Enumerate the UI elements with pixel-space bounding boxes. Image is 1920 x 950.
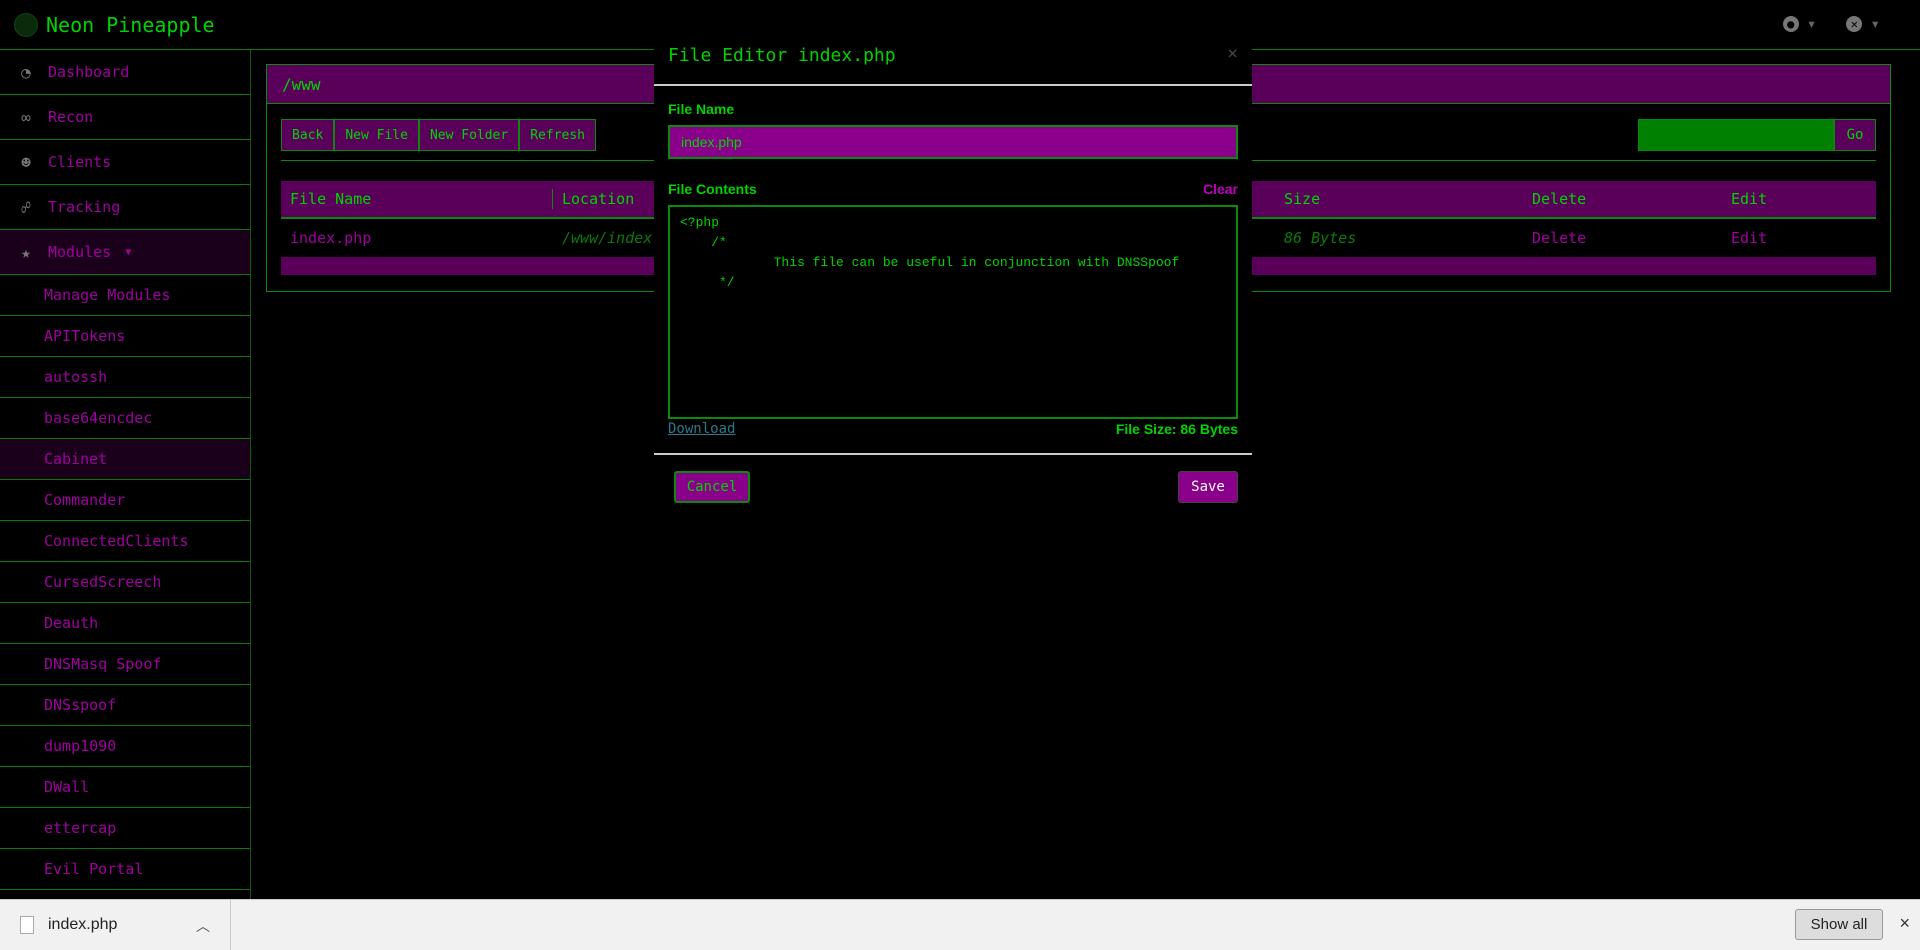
modal-footer-divider: [654, 453, 1252, 455]
sidebar-module-base64encdec[interactable]: base64encdec: [0, 398, 250, 439]
file-editor-modal: File Editor index.php × File Name index.…: [654, 35, 1252, 503]
save-button[interactable]: Save: [1178, 471, 1238, 503]
sidebar-module-commander[interactable]: Commander: [0, 480, 250, 521]
close-icon[interactable]: ×: [1899, 913, 1910, 934]
star-icon: ★: [21, 242, 31, 262]
power-dropdown[interactable]: ✕ ▾: [1846, 14, 1880, 33]
binoculars-icon: ∞: [21, 107, 31, 127]
brand[interactable]: Neon Pineapple: [14, 13, 215, 37]
download-file-name: index.php: [48, 916, 118, 933]
sidebar: ◔ Dashboard ∞ Recon ☻ Clients ☍ Tracking…: [0, 50, 251, 899]
file-name-label: File Name: [668, 101, 735, 117]
chevron-up-icon[interactable]: ︿: [196, 916, 210, 936]
sidebar-module-manage-modules[interactable]: Manage Modules: [0, 275, 250, 316]
sidebar-item-label: Tracking: [48, 198, 121, 216]
col-size: Size: [1284, 190, 1321, 208]
new-file-button[interactable]: New File: [334, 119, 419, 151]
top-right-controls: ● ▾ ✕ ▾: [1782, 14, 1880, 33]
file-icon: [20, 916, 34, 934]
file-size-text: File Size: 86 Bytes: [1115, 421, 1238, 437]
file-contents-textarea[interactable]: <?php /* This file can be useful in conj…: [668, 205, 1238, 419]
go-button[interactable]: Go: [1834, 119, 1876, 151]
col-file-name: File Name: [290, 190, 372, 208]
col-delete: Delete: [1532, 190, 1587, 208]
directory-input[interactable]: [1638, 119, 1834, 151]
clear-link[interactable]: Clear: [1203, 181, 1238, 197]
back-button[interactable]: Back: [281, 119, 335, 151]
col-location: Location: [562, 190, 635, 208]
show-all-button[interactable]: Show all: [1795, 909, 1883, 940]
size-cell: 86 Bytes: [1284, 229, 1357, 247]
download-item[interactable]: index.php ︿: [0, 900, 231, 950]
chevron-down-icon: ▾: [1806, 14, 1817, 33]
user-circle-icon: ●: [1782, 15, 1799, 32]
location-cell: /www/index.: [562, 229, 662, 247]
sidebar-module-dwall[interactable]: DWall: [0, 767, 250, 808]
sidebar-item-clients[interactable]: ☻ Clients: [0, 140, 250, 185]
chevron-down-icon: ▾: [1870, 14, 1880, 33]
download-link[interactable]: Download: [668, 421, 735, 437]
column-separator: [552, 189, 553, 209]
caret-down-icon: ▼: [125, 246, 132, 258]
sidebar-module-dump1090[interactable]: dump1090: [0, 726, 250, 767]
sidebar-module-apitokens[interactable]: APITokens: [0, 316, 250, 357]
sidebar-module-dnsmasq-spoof[interactable]: DNSMasq Spoof: [0, 644, 250, 685]
sidebar-item-modules[interactable]: ★ Modules ▼: [0, 230, 250, 275]
delete-link[interactable]: Delete: [1532, 229, 1586, 247]
edit-link[interactable]: Edit: [1731, 229, 1767, 247]
sidebar-module-evil-portal[interactable]: Evil Portal: [0, 849, 250, 890]
sidebar-item-label: Modules: [48, 243, 112, 261]
modal-header-divider: [654, 84, 1252, 86]
pineapple-logo-icon: [14, 13, 38, 37]
directory-go: Go: [1638, 119, 1876, 151]
sidebar-module-dnsspoof[interactable]: DNSspoof: [0, 685, 250, 726]
app-title: Neon Pineapple: [46, 13, 215, 37]
file-actions: Back New File New Folder Refresh: [281, 119, 597, 151]
modal-title: File Editor index.php: [668, 45, 896, 66]
sidebar-module-cursedscreech[interactable]: CursedScreech: [0, 562, 250, 603]
dashboard-icon: ◔: [21, 62, 31, 82]
sidebar-item-dashboard[interactable]: ◔ Dashboard: [0, 50, 250, 95]
sidebar-item-label: Dashboard: [48, 63, 130, 81]
refresh-button[interactable]: Refresh: [519, 119, 597, 151]
tracking-icon: ☍: [21, 197, 31, 217]
file-contents-label: File Contents: [668, 181, 757, 197]
sidebar-module-connectedclients[interactable]: ConnectedClients: [0, 521, 250, 562]
sidebar-item-label: Clients: [48, 153, 112, 171]
sidebar-module-deauth[interactable]: Deauth: [0, 603, 250, 644]
notifications-dropdown[interactable]: ● ▾: [1782, 14, 1817, 33]
sidebar-module-autossh[interactable]: autossh: [0, 357, 250, 398]
cancel-button[interactable]: Cancel: [674, 471, 750, 503]
download-bar: index.php ︿ Show all ×: [0, 899, 1920, 950]
new-folder-button[interactable]: New Folder: [418, 119, 520, 151]
sidebar-module-ettercap[interactable]: ettercap: [0, 808, 250, 849]
sidebar-item-label: Recon: [48, 108, 94, 126]
col-edit: Edit: [1731, 190, 1768, 208]
sidebar-module-cabinet[interactable]: Cabinet: [0, 439, 250, 480]
file-name-input[interactable]: index.php: [668, 125, 1238, 159]
sidebar-item-tracking[interactable]: ☍ Tracking: [0, 185, 250, 230]
close-icon[interactable]: ×: [1227, 43, 1238, 64]
close-circle-icon: ✕: [1846, 15, 1863, 32]
file-name-cell[interactable]: index.php: [290, 229, 371, 247]
sidebar-item-recon[interactable]: ∞ Recon: [0, 95, 250, 140]
users-icon: ☻: [21, 152, 31, 172]
